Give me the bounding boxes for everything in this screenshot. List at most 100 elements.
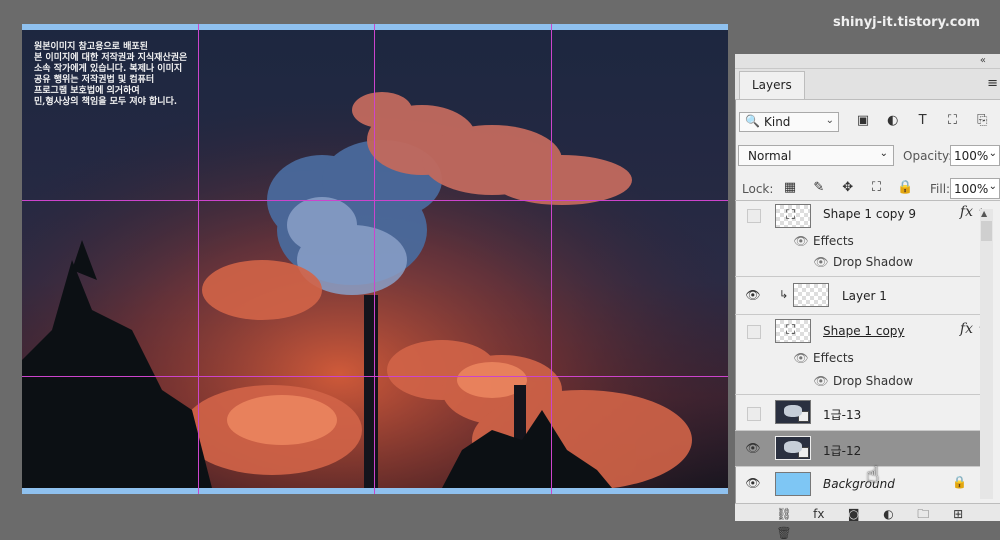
panel-footer: ⛓ fx ◙ ◐ 🗀 ⊞ 🗑 (735, 503, 1000, 540)
eye-icon[interactable]: 👁 (745, 288, 761, 302)
effects-label: Effects (813, 351, 854, 365)
guide-vertical[interactable] (551, 24, 552, 494)
collapse-icon[interactable]: « (980, 54, 986, 68)
effect-item-row[interactable]: 👁 Drop Shadow (813, 374, 913, 388)
eye-icon[interactable]: 👁 (745, 441, 761, 455)
eye-icon[interactable]: 👁 (793, 351, 809, 365)
blend-row: Normal ⌄ Opacity: 100% ⌄ (738, 145, 1000, 167)
effects-row[interactable]: 👁 Effects (793, 351, 854, 365)
lock-position-icon[interactable]: ✥ (838, 180, 858, 195)
watermark-text: shinyj-it.tistory.com (832, 15, 980, 30)
smart-object-filter-icon[interactable]: ⎘ (972, 113, 992, 128)
guide-horizontal[interactable] (22, 200, 728, 201)
eye-icon[interactable]: 👁 (813, 255, 829, 269)
layer-name[interactable]: Layer 1 (842, 289, 887, 303)
pixel-filter-icon[interactable]: ▣ (853, 113, 873, 128)
layer-row-selected[interactable]: 👁 1급-12 (735, 431, 993, 467)
lock-artboard-icon[interactable]: ⛶ (866, 180, 886, 195)
add-style-icon[interactable]: fx (808, 507, 830, 521)
chevron-down-icon: ⌄ (879, 148, 888, 159)
layer-filter-row: 🔍 Kind ⌄ ▣ ◐ T ⛶ ⎘ (739, 112, 1000, 136)
panel-menu-icon[interactable]: ≡ (987, 76, 998, 91)
effects-label: Effects (813, 234, 854, 248)
search-icon: 🔍 (745, 114, 760, 128)
clipping-arrow-icon: ↳ (779, 288, 789, 301)
layer-row[interactable]: 👁 Background 🔒 (735, 467, 993, 501)
layer-thumbnail (793, 283, 829, 307)
layer-row[interactable]: 👁 ↳ Layer 1 (735, 277, 993, 315)
lock-row: Lock: ▦ ✎ ✥ ⛶ 🔒 Fill: 100% ⌄ (738, 178, 1000, 200)
guide-vertical[interactable] (198, 24, 199, 494)
effect-item-label: Drop Shadow (833, 255, 914, 269)
link-layers-icon[interactable]: ⛓ (773, 507, 795, 521)
eye-icon[interactable]: 👁 (745, 476, 761, 490)
guide-vertical[interactable] (374, 24, 375, 494)
new-layer-icon[interactable]: ⊞ (947, 507, 969, 521)
blend-mode-select[interactable]: Normal ⌄ (738, 145, 894, 166)
notice-line: 소속 작가에게 있습니다. 복제나 이미지 (34, 64, 183, 74)
chevron-down-icon: ⌄ (825, 115, 834, 126)
delete-layer-icon[interactable]: 🗑 (773, 526, 795, 540)
chevron-down-icon: ⌄ (988, 181, 997, 192)
layer-thumbnail (775, 400, 811, 424)
layer-name[interactable]: Shape 1 copy (823, 324, 905, 338)
canvas-bottom-band (22, 488, 728, 494)
new-group-icon[interactable]: 🗀 (912, 505, 934, 526)
effects-row[interactable]: 👁 Effects (793, 234, 854, 248)
layer-row[interactable]: ⛶ Shape 1 copy fx ⌃ 👁Effects 👁Drop Shado… (735, 315, 993, 395)
hand-cursor-icon: ☝ (866, 463, 880, 488)
effect-item-row[interactable]: 👁 Drop Shadow (813, 255, 913, 269)
layer-thumbnail: ⛶ (775, 319, 811, 343)
lock-image-icon[interactable]: ✎ (809, 180, 829, 195)
adjustment-filter-icon[interactable]: ◐ (883, 113, 903, 128)
layer-row[interactable]: ⛶ Shape 1 copy 9 fx ⌃ 👁Effects 👁Drop Sha… (735, 201, 993, 277)
layer-name[interactable]: 1급-12 (823, 442, 861, 459)
add-mask-icon[interactable]: ◙ (843, 507, 865, 521)
fx-icon[interactable]: fx (960, 204, 973, 220)
lock-icon: 🔒 (952, 475, 967, 489)
document-canvas[interactable]: 원본이미지 참고용으로 배포된 본 이미지에 대한 저작권과 지식재산권은 소속… (22, 24, 728, 494)
guide-horizontal[interactable] (22, 376, 728, 377)
visibility-toggle[interactable] (747, 325, 761, 339)
filter-kind-value: Kind (764, 115, 791, 129)
layer-thumbnail (775, 472, 811, 496)
filter-kind-select[interactable]: 🔍 Kind ⌄ (739, 112, 839, 132)
layer-name[interactable]: 1급-13 (823, 406, 861, 423)
shape-filter-icon[interactable]: ⛶ (942, 113, 962, 128)
layer-name[interactable]: Background (823, 477, 895, 491)
type-filter-icon[interactable]: T (913, 113, 933, 128)
chevron-down-icon: ⌄ (988, 148, 997, 159)
layers-list: ⛶ Shape 1 copy 9 fx ⌃ 👁Effects 👁Drop Sha… (735, 200, 1000, 501)
scroll-thumb[interactable] (981, 221, 992, 241)
tab-layers[interactable]: Layers (739, 71, 805, 99)
notice-line: 민,형사상의 책임을 모두 져야 합니다. (34, 97, 178, 107)
shape-icon: ⛶ (786, 323, 796, 338)
fill-field[interactable]: 100% ⌄ (950, 178, 1000, 199)
panel-tabbar: Layers ≡ (735, 69, 1000, 100)
shape-icon: ⛶ (786, 208, 796, 223)
blend-mode-value: Normal (748, 149, 792, 163)
opacity-field[interactable]: 100% ⌄ (950, 145, 1000, 166)
lock-transparent-icon[interactable]: ▦ (780, 180, 800, 195)
visibility-toggle[interactable] (747, 407, 761, 421)
panel-title-strip: « (735, 54, 1000, 69)
visibility-toggle[interactable] (747, 209, 761, 223)
copyright-notice: 원본이미지 참고용으로 배포된 본 이미지에 대한 저작권과 지식재산권은 소속… (34, 42, 187, 108)
new-adjustment-icon[interactable]: ◐ (877, 507, 899, 521)
layers-scrollbar[interactable]: ▲ (980, 209, 993, 499)
layer-row[interactable]: 1급-13 (735, 395, 993, 431)
filter-icons: ▣ ◐ T ⛶ ⎘ (853, 113, 998, 128)
opacity-label: Opacity: (903, 149, 953, 163)
eye-icon[interactable]: 👁 (793, 234, 809, 248)
scroll-up-icon[interactable]: ▲ (981, 209, 987, 218)
lock-all-icon[interactable]: 🔒 (895, 180, 915, 195)
effect-item-label: Drop Shadow (833, 374, 914, 388)
layer-thumbnail: ⛶ (775, 204, 811, 228)
notice-line: 공유 행위는 저작권법 및 컴퓨터 (34, 75, 155, 85)
notice-line: 본 이미지에 대한 저작권과 지식재산권은 (34, 53, 188, 63)
eye-icon[interactable]: 👁 (813, 374, 829, 388)
fx-icon[interactable]: fx (960, 321, 973, 337)
layer-name[interactable]: Shape 1 copy 9 (823, 207, 916, 221)
smart-object-icon (798, 411, 809, 422)
notice-line: 원본이미지 참고용으로 배포된 (34, 42, 148, 52)
